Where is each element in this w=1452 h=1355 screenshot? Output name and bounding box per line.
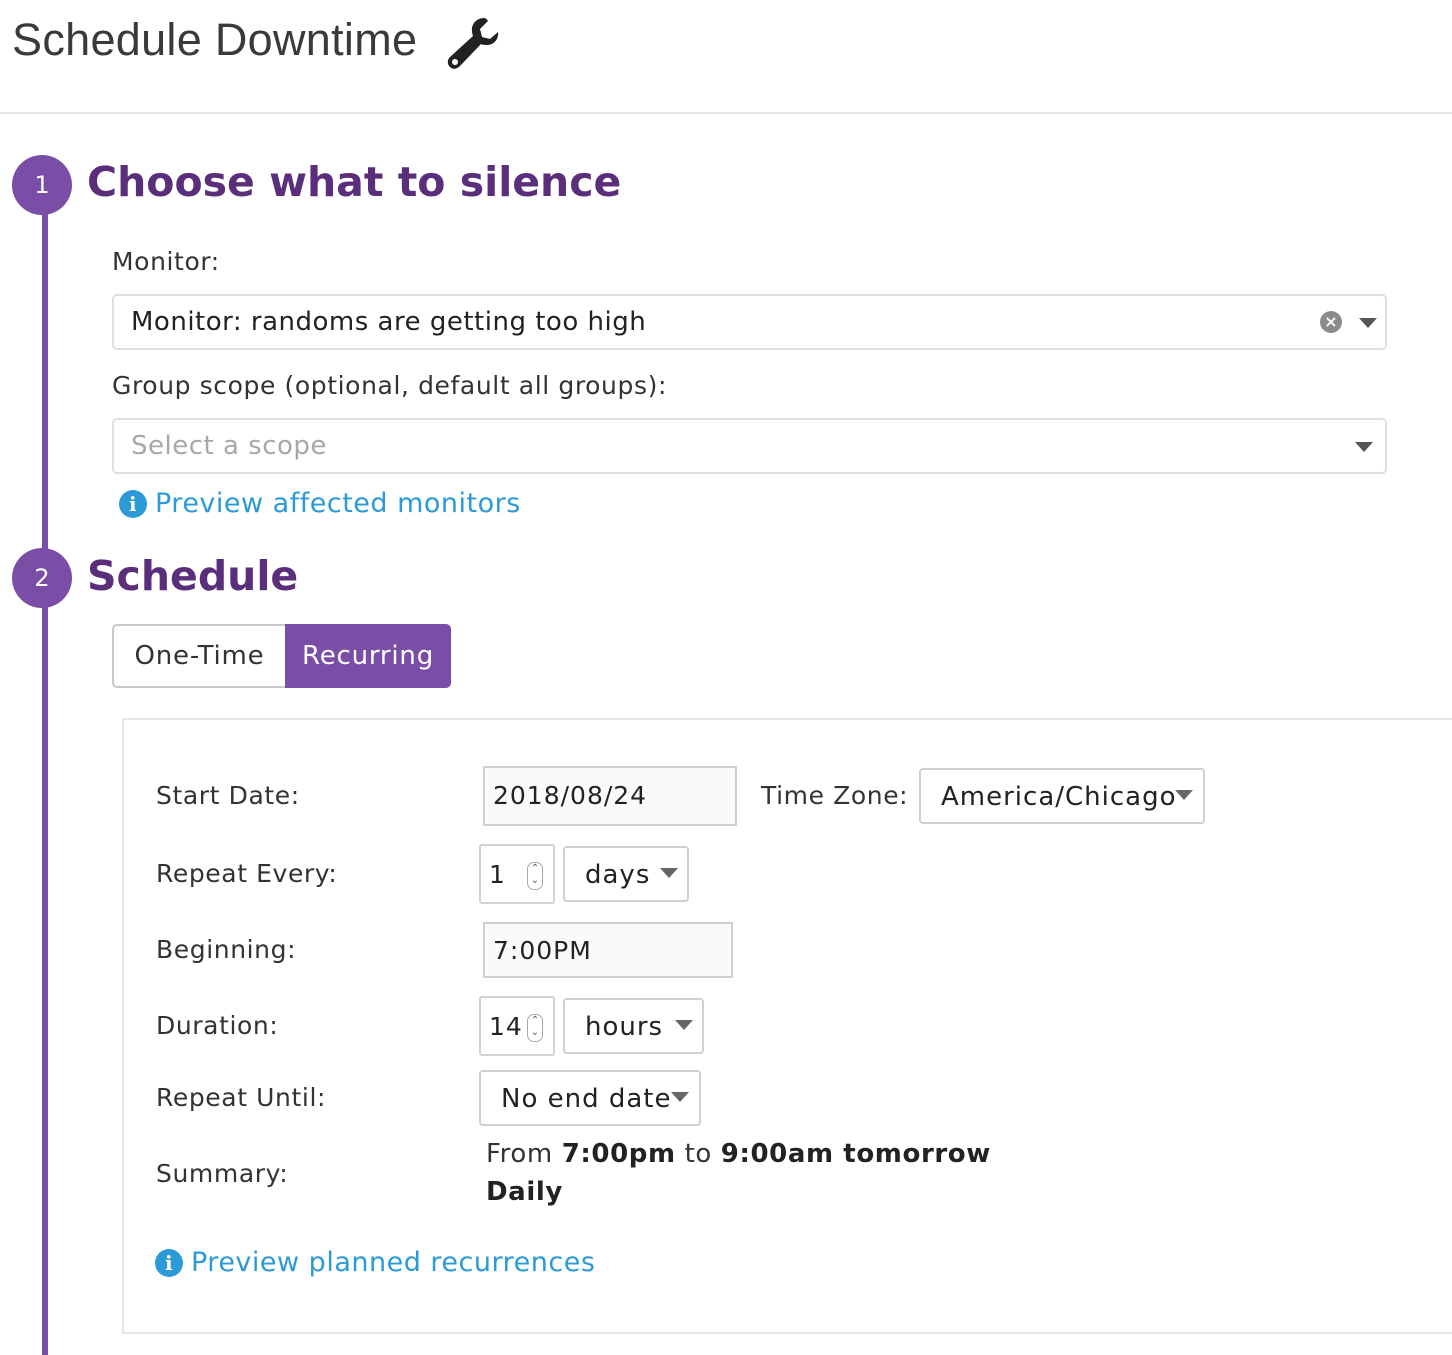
clear-icon[interactable]: × <box>1320 311 1342 333</box>
duration-label: Duration: <box>156 1011 279 1040</box>
timezone-select[interactable]: America/Chicago <box>919 768 1205 824</box>
chevron-down-icon[interactable] <box>1359 318 1377 328</box>
summary-frequency-value: Daily <box>486 1177 563 1207</box>
schedule-type-tabs: One-Time Recurring <box>112 624 451 688</box>
chevron-down-icon[interactable] <box>660 868 678 878</box>
scope-label: Group scope (optional, default all group… <box>112 371 667 400</box>
beginning-time-value: 7:00PM <box>493 936 592 965</box>
summary-from: From <box>486 1139 553 1169</box>
start-date-value: 2018/08/24 <box>493 781 648 810</box>
wrench-icon <box>447 18 499 69</box>
duration-unit-select[interactable]: hours <box>563 998 704 1054</box>
chevron-down-icon[interactable] <box>671 1092 689 1102</box>
repeat-every-unit-value: days <box>585 860 651 890</box>
preview-planned-recurrences-label: Preview planned recurrences <box>191 1247 596 1278</box>
repeat-until-label: Repeat Until: <box>156 1083 327 1112</box>
summary-end-time: 9:00am tomorrow <box>720 1139 991 1169</box>
stepper-icon[interactable]: ⌃ ⌄ <box>527 862 543 890</box>
chevron-down-icon[interactable] <box>1355 442 1373 452</box>
step-2-title: Schedule <box>87 552 299 600</box>
step-2-badge: 2 <box>12 548 72 608</box>
summary-frequency: Daily <box>486 1177 563 1207</box>
preview-affected-monitors-link[interactable]: i Preview affected monitors <box>119 488 521 519</box>
preview-affected-monitors-label: Preview affected monitors <box>155 488 521 519</box>
start-date-label: Start Date: <box>156 781 300 810</box>
summary-start-time: 7:00pm <box>561 1139 676 1169</box>
repeat-every-label: Repeat Every: <box>156 859 338 888</box>
header-divider <box>0 112 1452 114</box>
monitor-select-value: Monitor: randoms are getting too high <box>131 307 647 337</box>
duration-input[interactable]: 14 ⌃ ⌄ <box>479 996 555 1056</box>
repeat-every-value: 1 <box>489 860 506 889</box>
repeat-until-select[interactable]: No end date <box>479 1070 701 1126</box>
chevron-down-icon[interactable] <box>675 1020 693 1030</box>
page-title: Schedule Downtime <box>12 14 418 65</box>
timezone-label: Time Zone: <box>761 781 909 810</box>
monitor-label: Monitor: <box>112 247 220 276</box>
beginning-time-input[interactable]: 7:00PM <box>483 922 733 978</box>
tab-one-time[interactable]: One-Time <box>112 624 285 688</box>
scope-select-placeholder: Select a scope <box>131 431 327 461</box>
preview-planned-recurrences-link[interactable]: i Preview planned recurrences <box>155 1247 595 1278</box>
scope-select[interactable]: Select a scope <box>112 418 1387 474</box>
step-1-badge: 1 <box>12 155 72 215</box>
duration-unit-value: hours <box>585 1012 664 1042</box>
repeat-every-input[interactable]: 1 ⌃ ⌄ <box>479 844 555 904</box>
duration-value: 14 <box>489 1012 523 1041</box>
timezone-value: America/Chicago <box>941 782 1177 812</box>
info-icon: i <box>155 1248 183 1277</box>
repeat-until-value: No end date <box>501 1084 672 1114</box>
beginning-label: Beginning: <box>156 935 297 964</box>
step-timeline <box>42 185 48 1355</box>
tab-recurring[interactable]: Recurring <box>285 624 451 688</box>
stepper-icon[interactable]: ⌃ ⌄ <box>527 1014 543 1042</box>
summary-label: Summary: <box>156 1159 289 1188</box>
info-icon: i <box>119 489 147 518</box>
chevron-down-icon[interactable] <box>1175 790 1193 800</box>
monitor-select[interactable]: Monitor: randoms are getting too high × <box>112 294 1387 350</box>
summary-to: to <box>684 1139 712 1169</box>
start-date-input[interactable]: 2018/08/24 <box>483 766 737 826</box>
step-1-title: Choose what to silence <box>87 158 622 206</box>
summary-time-range: From 7:00pm to 9:00am tomorrow <box>486 1139 991 1169</box>
recurring-panel <box>122 718 1452 1334</box>
repeat-every-unit-select[interactable]: days <box>563 846 689 902</box>
